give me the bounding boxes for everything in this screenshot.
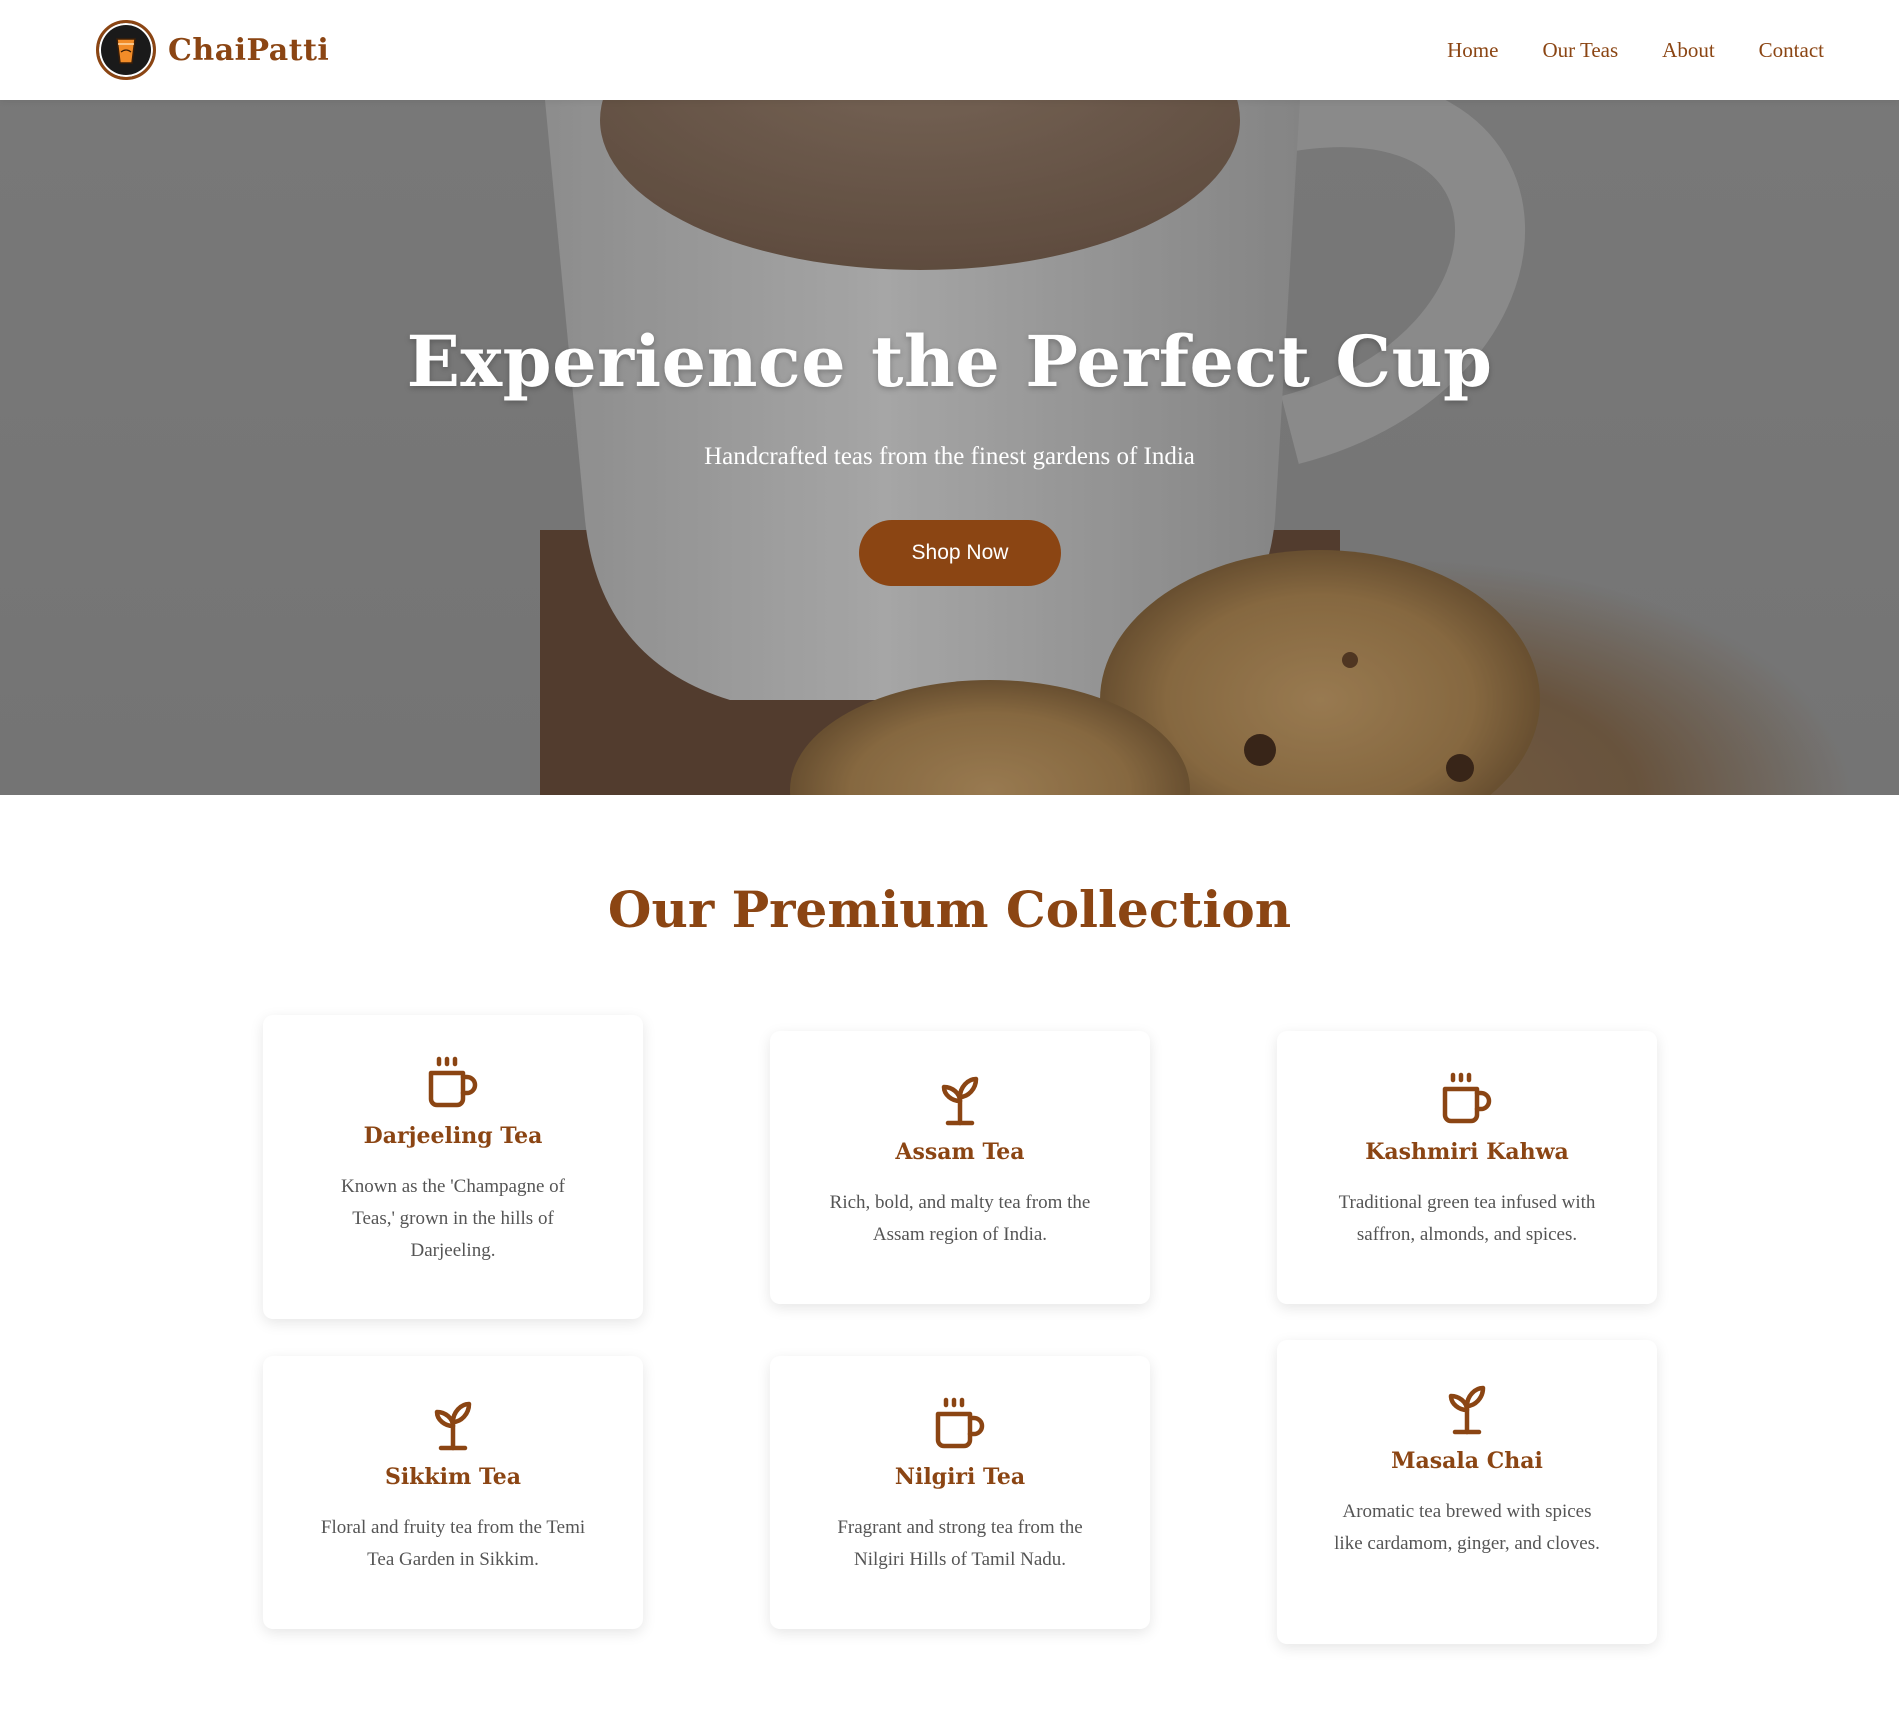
- nav-link-about[interactable]: About: [1662, 38, 1715, 63]
- sprout-icon: [434, 1401, 472, 1451]
- shop-now-button[interactable]: Shop Now: [859, 520, 1061, 586]
- nav-link-contact[interactable]: Contact: [1759, 38, 1824, 63]
- tea-card-darjeeling[interactable]: Darjeeling Tea Known as the 'Champagne o…: [263, 1015, 643, 1319]
- card-title: Masala Chai: [1391, 1448, 1543, 1474]
- card-title: Kashmiri Kahwa: [1365, 1139, 1569, 1165]
- card-title: Nilgiri Tea: [894, 1464, 1026, 1490]
- card-description: Aromatic tea brewed with spices like car…: [1334, 1501, 1600, 1554]
- nav-link-home[interactable]: Home: [1447, 38, 1498, 63]
- card-description: Traditional green tea infused with saffr…: [1338, 1192, 1596, 1245]
- collection-title: Our Premium Collection: [607, 880, 1292, 939]
- nav-link-our-teas[interactable]: Our Teas: [1542, 38, 1618, 63]
- tea-card-assam[interactable]: Assam Tea Rich, bold, and malty tea from…: [770, 1031, 1150, 1304]
- coffee-cup-icon: [935, 1397, 985, 1449]
- hero-content: Experience the Perfect Cup Handcrafted t…: [0, 100, 1899, 795]
- card-description: Known as the 'Champagne of Teas,' grown …: [341, 1176, 565, 1261]
- coffee-cup-icon: [1442, 1072, 1492, 1124]
- navbar: ChaiPatti Home Our Teas About Contact: [0, 0, 1899, 100]
- card-description: Floral and fruity tea from the Temi Tea …: [320, 1517, 586, 1570]
- hero-section: Experience the Perfect Cup Handcrafted t…: [0, 100, 1899, 795]
- sprout-icon: [1448, 1385, 1486, 1435]
- hero-subtitle: Handcrafted teas from the finest gardens…: [704, 443, 1195, 470]
- tea-card-kashmiri-kahwa[interactable]: Kashmiri Kahwa Traditional green tea inf…: [1277, 1031, 1657, 1304]
- sprout-icon: [941, 1076, 979, 1126]
- card-title: Darjeeling Tea: [363, 1123, 543, 1149]
- card-title: Sikkim Tea: [384, 1464, 522, 1490]
- main-nav: Home Our Teas About Contact: [1447, 0, 1824, 100]
- card-description: Rich, bold, and malty tea from the Assam…: [829, 1192, 1091, 1245]
- brand-name: ChaiPatti: [168, 32, 330, 68]
- brand-logo[interactable]: ChaiPatti: [96, 20, 329, 80]
- hero-title: Experience the Perfect Cup: [406, 320, 1493, 403]
- card-description: Fragrant and strong tea from the Nilgiri…: [837, 1517, 1083, 1570]
- tea-card-nilgiri[interactable]: Nilgiri Tea Fragrant and strong tea from…: [770, 1356, 1150, 1629]
- coffee-cup-icon: [428, 1056, 478, 1108]
- card-title: Assam Tea: [895, 1139, 1025, 1165]
- tea-glass-logo-icon: [96, 20, 156, 80]
- tea-card-sikkim[interactable]: Sikkim Tea Floral and fruity tea from th…: [263, 1356, 643, 1629]
- tea-card-masala-chai[interactable]: Masala Chai Aromatic tea brewed with spi…: [1277, 1340, 1657, 1644]
